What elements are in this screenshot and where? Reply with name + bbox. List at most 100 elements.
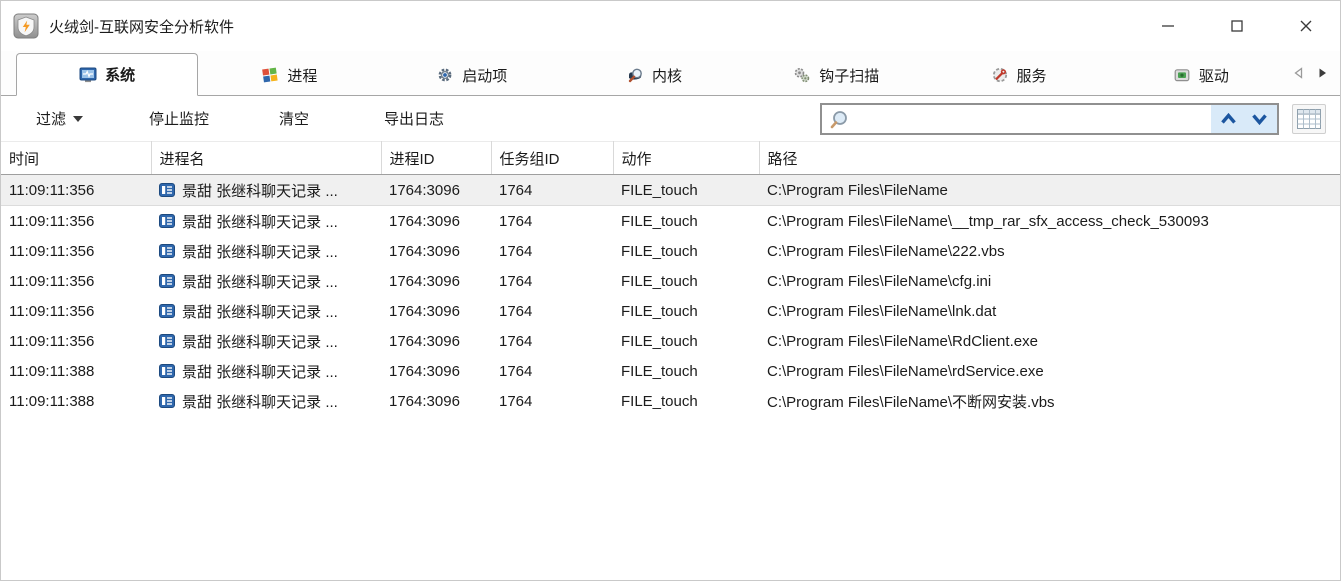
table-row[interactable]: 11:09:11:356 景甜 张继科聊天记录 ... 1764:3096 17…: [1, 296, 1340, 326]
process-file-icon: [159, 182, 175, 198]
clear-label: 清空: [279, 108, 309, 129]
cell-process-name: 景甜 张继科聊天记录 ...: [182, 361, 338, 382]
search-nav-zone: [1211, 105, 1277, 133]
cell-groupid: 1764: [491, 326, 613, 356]
filter-dropdown-button[interactable]: 过滤: [36, 108, 83, 129]
search-next-icon[interactable]: [1251, 113, 1268, 125]
window-controls: [1133, 1, 1340, 51]
tab-label: 系统: [105, 64, 135, 85]
services-gear-icon: [991, 66, 1009, 84]
hooks-gears-icon: [793, 66, 811, 84]
column-header-path[interactable]: 路径: [759, 142, 1340, 175]
column-settings-button[interactable]: [1292, 104, 1326, 134]
process-file-icon: [159, 243, 175, 259]
tab-driver[interactable]: 驱动: [1110, 55, 1292, 95]
cell-action: FILE_touch: [613, 206, 759, 237]
tab-services[interactable]: 服务: [927, 55, 1109, 95]
cell-process: 景甜 张继科聊天记录 ...: [151, 296, 381, 326]
cell-groupid: 1764: [491, 296, 613, 326]
search-prev-icon[interactable]: [1220, 113, 1237, 125]
cell-groupid: 1764: [491, 206, 613, 237]
startup-gear-icon: [436, 66, 454, 84]
cell-process-name: 景甜 张继科聊天记录 ...: [182, 391, 338, 412]
cell-time: 11:09:11:388: [1, 386, 151, 416]
tab-label: 进程: [287, 65, 317, 86]
filter-label: 过滤: [36, 108, 66, 129]
cell-time: 11:09:11:356: [1, 206, 151, 237]
column-header-process[interactable]: 进程名: [151, 142, 381, 175]
tab-hook-scan[interactable]: 钩子扫描: [745, 55, 927, 95]
minimize-button[interactable]: [1133, 1, 1202, 51]
table-header: 时间 进程名 进程ID 任务组ID 动作 路径: [1, 142, 1340, 175]
close-button[interactable]: [1271, 1, 1340, 51]
cell-process: 景甜 张继科聊天记录 ...: [151, 206, 381, 237]
title-bar: 火绒剑-互联网安全分析软件: [1, 1, 1340, 51]
tab-bar: 系统 进程 启动项: [1, 51, 1340, 96]
column-header-pid[interactable]: 进程ID: [381, 142, 491, 175]
cell-groupid: 1764: [491, 266, 613, 296]
cell-action: FILE_touch: [613, 266, 759, 296]
tab-scroll-controls: [1292, 51, 1340, 95]
tab-kernel[interactable]: 内核: [563, 55, 745, 95]
table-row[interactable]: 11:09:11:356 景甜 张继科聊天记录 ... 1764:3096 17…: [1, 266, 1340, 296]
monitor-icon: [79, 66, 97, 84]
driver-chip-icon: [1173, 66, 1191, 84]
column-header-time[interactable]: 时间: [1, 142, 151, 175]
tab-scroll-right-icon[interactable]: [1316, 66, 1328, 80]
tab-label: 钩子扫描: [819, 65, 879, 86]
search-input[interactable]: [822, 105, 1277, 133]
tab-system[interactable]: 系统: [16, 53, 198, 96]
column-header-action[interactable]: 动作: [613, 142, 759, 175]
cell-groupid: 1764: [491, 386, 613, 416]
stop-monitor-button[interactable]: 停止监控: [149, 108, 209, 129]
tab-label: 驱动: [1199, 65, 1229, 86]
process-file-icon: [159, 303, 175, 319]
cell-pid: 1764:3096: [381, 296, 491, 326]
cell-pid: 1764:3096: [381, 386, 491, 416]
column-header-groupid[interactable]: 任务组ID: [491, 142, 613, 175]
process-file-icon: [159, 273, 175, 289]
cell-time: 11:09:11:388: [1, 356, 151, 386]
cell-process-name: 景甜 张继科聊天记录 ...: [182, 211, 338, 232]
cell-path: C:\Program Files\FileName\不断网安装.vbs: [759, 386, 1340, 416]
cell-action: FILE_touch: [613, 175, 759, 206]
table-row[interactable]: 11:09:11:356 景甜 张继科聊天记录 ... 1764:3096 17…: [1, 175, 1340, 206]
cell-path: C:\Program Files\FileName\lnk.dat: [759, 296, 1340, 326]
tab-scroll-left-icon[interactable]: [1292, 66, 1304, 80]
export-log-label: 导出日志: [384, 108, 444, 129]
cell-path: C:\Program Files\FileName\RdClient.exe: [759, 326, 1340, 356]
cell-time: 11:09:11:356: [1, 236, 151, 266]
table-row[interactable]: 11:09:11:388 景甜 张继科聊天记录 ... 1764:3096 17…: [1, 386, 1340, 416]
toolbar: 过滤 停止监控 清空 导出日志: [1, 96, 1340, 141]
table-row[interactable]: 11:09:11:388 景甜 张继科聊天记录 ... 1764:3096 17…: [1, 356, 1340, 386]
clear-button[interactable]: 清空: [279, 108, 309, 129]
cell-process-name: 景甜 张继科聊天记录 ...: [182, 301, 338, 322]
tab-process[interactable]: 进程: [198, 55, 380, 95]
cell-time: 11:09:11:356: [1, 266, 151, 296]
cell-action: FILE_touch: [613, 236, 759, 266]
cell-pid: 1764:3096: [381, 326, 491, 356]
cell-path: C:\Program Files\FileName\cfg.ini: [759, 266, 1340, 296]
tab-startup[interactable]: 启动项: [381, 55, 563, 95]
kernel-magnifier-icon: [626, 66, 644, 84]
table-row[interactable]: 11:09:11:356 景甜 张继科聊天记录 ... 1764:3096 17…: [1, 206, 1340, 237]
process-file-icon: [159, 213, 175, 229]
cell-process-name: 景甜 张继科聊天记录 ...: [182, 331, 338, 352]
cell-process: 景甜 张继科聊天记录 ...: [151, 236, 381, 266]
process-file-icon: [159, 333, 175, 349]
stop-monitor-label: 停止监控: [149, 108, 209, 129]
table-row[interactable]: 11:09:11:356 景甜 张继科聊天记录 ... 1764:3096 17…: [1, 236, 1340, 266]
maximize-button[interactable]: [1202, 1, 1271, 51]
cell-process-name: 景甜 张继科聊天记录 ...: [182, 241, 338, 262]
grid-icon: [1297, 109, 1321, 129]
cell-action: FILE_touch: [613, 296, 759, 326]
cell-action: FILE_touch: [613, 326, 759, 356]
cell-groupid: 1764: [491, 356, 613, 386]
table-row[interactable]: 11:09:11:356 景甜 张继科聊天记录 ... 1764:3096 17…: [1, 326, 1340, 356]
export-log-button[interactable]: 导出日志: [384, 108, 444, 129]
cell-process: 景甜 张继科聊天记录 ...: [151, 386, 381, 416]
window-title: 火绒剑-互联网安全分析软件: [49, 16, 234, 37]
process-file-icon: [159, 393, 175, 409]
event-log-table: 时间 进程名 进程ID 任务组ID 动作 路径 11:09:11:356: [1, 141, 1340, 416]
cell-process: 景甜 张继科聊天记录 ...: [151, 175, 381, 206]
